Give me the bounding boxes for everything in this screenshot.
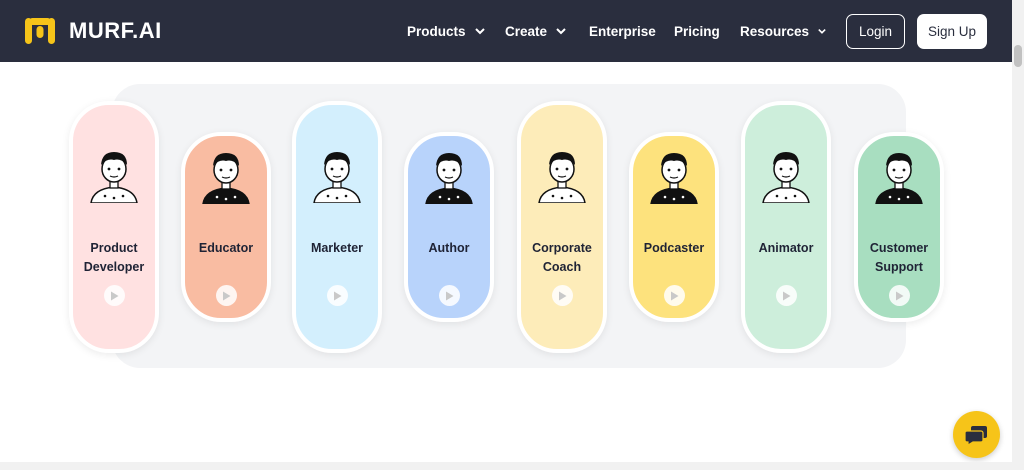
nav-resources[interactable]: Resources <box>740 24 826 39</box>
nav-pricing-label: Pricing <box>674 23 720 39</box>
persona-avatar <box>420 146 478 205</box>
persona-card[interactable]: Marketer <box>292 101 382 353</box>
chat-icon <box>964 425 987 446</box>
persona-label-line1: Product <box>90 241 138 255</box>
persona-avatar <box>308 145 366 204</box>
persona-label-line1: Marketer <box>310 241 364 255</box>
play-icon <box>671 291 679 300</box>
persona-card[interactable]: Corporate Coach <box>517 101 607 353</box>
persona-label-line1: Customer <box>869 241 929 255</box>
nav-products[interactable]: Products <box>407 24 505 39</box>
play-button[interactable] <box>104 285 125 306</box>
persona-label-line2: Developer <box>83 260 145 274</box>
persona-label-line1: Educator <box>198 241 254 255</box>
chevron-down-icon <box>556 27 566 34</box>
persona-card[interactable]: Customer Support <box>854 132 944 322</box>
top-navbar: MURF.AI Products Create Enterprise Prici… <box>0 0 1012 62</box>
signup-button[interactable]: Sign Up <box>917 14 987 49</box>
persona-card[interactable]: Educator <box>181 132 271 322</box>
persona-label: Marketer <box>296 239 378 258</box>
login-button[interactable]: Login <box>846 14 905 49</box>
nav-pricing[interactable]: Pricing <box>674 24 740 39</box>
persona-label: Corporate Coach <box>521 239 603 277</box>
persona-label: Product Developer <box>73 239 155 277</box>
persona-label-line1: Animator <box>758 241 814 255</box>
play-icon <box>896 291 904 300</box>
persona-avatar <box>645 146 703 205</box>
logo[interactable]: MURF.AI <box>24 15 162 47</box>
play-button[interactable] <box>327 285 348 306</box>
persona-avatar <box>85 145 143 204</box>
horizontal-scrollbar[interactable] <box>0 462 1012 470</box>
play-icon <box>446 291 454 300</box>
persona-label-line1: Corporate <box>532 241 592 255</box>
vertical-scrollbar[interactable] <box>1012 0 1024 470</box>
play-button[interactable] <box>776 285 797 306</box>
persona-card[interactable]: Author <box>404 132 494 322</box>
play-icon <box>783 291 791 300</box>
play-icon <box>334 291 342 300</box>
persona-label: Author <box>408 239 490 258</box>
persona-avatar <box>870 146 928 205</box>
chevron-down-icon <box>474 27 485 34</box>
persona-card[interactable]: Animator <box>741 101 831 353</box>
nav-enterprise-label: Enterprise <box>589 23 656 39</box>
nav-enterprise[interactable]: Enterprise <box>589 24 674 39</box>
nav-products-label: Products <box>407 23 466 39</box>
play-icon <box>223 291 231 300</box>
persona-card[interactable]: Product Developer <box>69 101 159 353</box>
chevron-down-icon <box>818 28 826 34</box>
brand-name: MURF.AI <box>69 18 162 43</box>
persona-card[interactable]: Podcaster <box>629 132 719 322</box>
play-button[interactable] <box>439 285 460 306</box>
persona-label-line1: Author <box>428 241 470 255</box>
persona-label: Customer Support <box>858 239 940 277</box>
play-button[interactable] <box>552 285 573 306</box>
play-button[interactable] <box>889 285 910 306</box>
nav-create-label: Create <box>505 23 548 39</box>
persona-avatar <box>197 146 255 205</box>
chat-button[interactable] <box>953 411 1000 458</box>
play-button[interactable] <box>664 285 685 306</box>
scrollbar-thumb[interactable] <box>1014 45 1022 67</box>
persona-label: Podcaster <box>633 239 715 258</box>
persona-label: Educator <box>185 239 267 258</box>
play-icon <box>111 291 119 300</box>
nav-resources-label: Resources <box>740 23 810 39</box>
play-icon <box>559 291 567 300</box>
persona-label: Animator <box>745 239 827 258</box>
persona-label-line2: Coach <box>542 260 582 274</box>
nav-create[interactable]: Create <box>505 24 589 39</box>
persona-avatar <box>757 145 815 204</box>
persona-avatar <box>533 145 591 204</box>
main-menu: Products Create Enterprise Pricing Resou… <box>407 0 826 62</box>
play-button[interactable] <box>216 285 237 306</box>
persona-label-line1: Podcaster <box>643 241 705 255</box>
murf-logo-icon <box>25 18 55 44</box>
persona-label-line2: Support <box>875 260 923 274</box>
